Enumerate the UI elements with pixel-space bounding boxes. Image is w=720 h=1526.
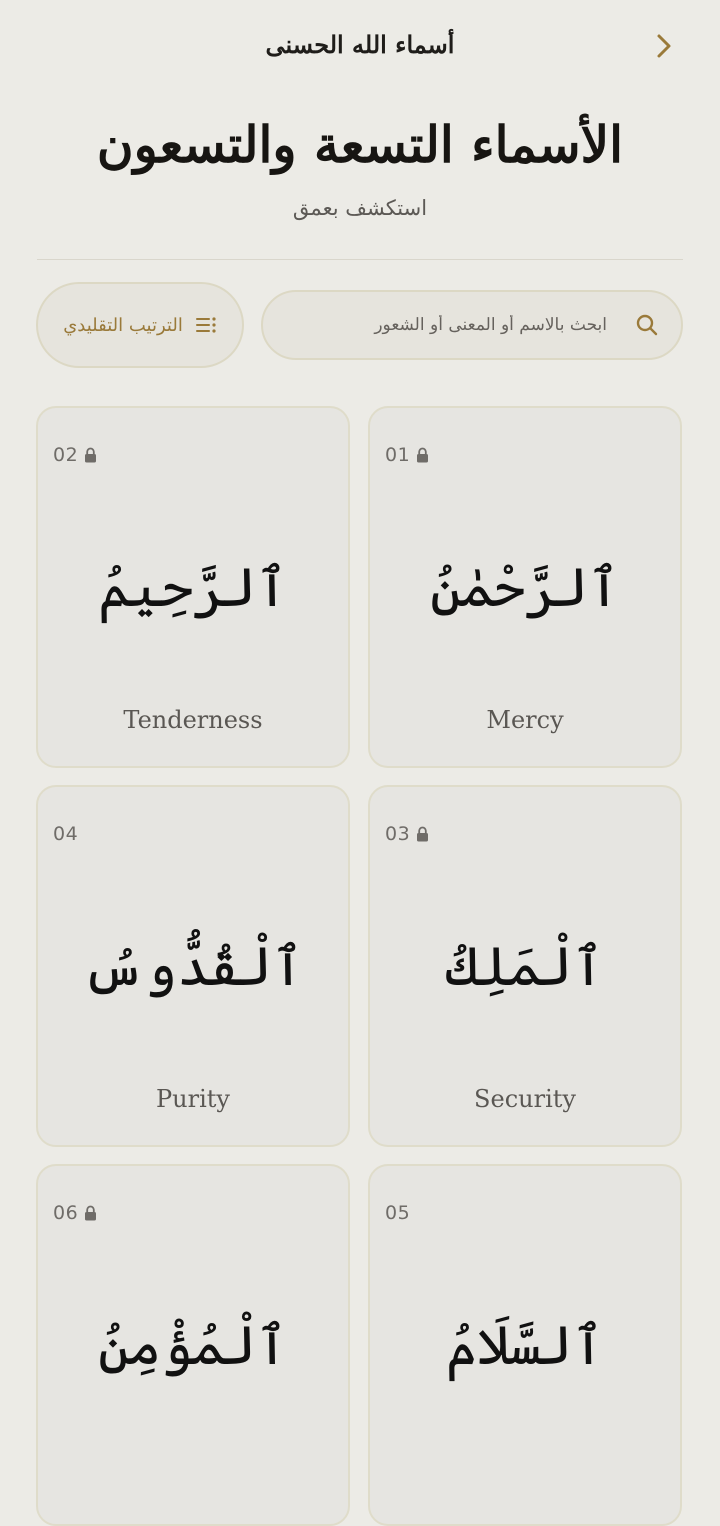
list-icon bbox=[195, 317, 216, 333]
name-card[interactable]: 06 ٱلْمُؤْمِنُ bbox=[36, 1164, 350, 1526]
name-number-row: 04 bbox=[53, 823, 78, 845]
lock-icon bbox=[84, 1205, 97, 1221]
name-number-row: 01 bbox=[385, 444, 429, 466]
lock-icon bbox=[416, 826, 429, 842]
lock-icon bbox=[84, 447, 97, 463]
search-icon bbox=[636, 314, 658, 336]
divider bbox=[37, 259, 683, 260]
top-bar: أسماء الله الحسنى bbox=[0, 0, 720, 92]
name-number-row: 06 bbox=[53, 1202, 97, 1224]
name-meaning: Tenderness bbox=[123, 706, 263, 734]
name-number: 04 bbox=[53, 823, 79, 845]
search-input[interactable] bbox=[287, 315, 607, 335]
name-card[interactable]: 03 ٱلْمَلِكُ Security bbox=[368, 785, 682, 1147]
name-number: 01 bbox=[385, 444, 411, 466]
name-meaning: Security bbox=[474, 1085, 576, 1113]
name-meaning: Purity bbox=[156, 1085, 230, 1113]
name-card[interactable]: 04 ٱلْقُدُّوسُ Purity bbox=[36, 785, 350, 1147]
name-number-row: 03 bbox=[385, 823, 429, 845]
name-meaning: Mercy bbox=[486, 706, 564, 734]
name-number: 06 bbox=[53, 1202, 79, 1224]
name-number-row: 02 bbox=[53, 444, 97, 466]
name-number: 03 bbox=[385, 823, 411, 845]
name-number: 05 bbox=[385, 1202, 411, 1224]
name-arabic: ٱلْمَلِكُ bbox=[445, 935, 605, 998]
name-arabic: ٱلْقُدُّوسُ bbox=[82, 935, 304, 998]
name-card[interactable]: 05 ٱلسَّلَامُ bbox=[368, 1164, 682, 1526]
name-arabic: ٱلرَّحْمٰنُ bbox=[430, 556, 620, 619]
name-card[interactable]: 02 ٱلرَّحِيمُ Tenderness bbox=[36, 406, 350, 768]
hero-title: الأسماء التسعة والتسعون bbox=[96, 115, 624, 174]
name-number-row: 05 bbox=[385, 1202, 410, 1224]
name-arabic: ٱلرَّحِيمُ bbox=[98, 556, 288, 619]
name-arabic: ٱلسَّلَامُ bbox=[445, 1314, 605, 1377]
search-box[interactable] bbox=[261, 290, 683, 360]
sort-label: الترتيب التقليدي bbox=[63, 314, 183, 336]
lock-icon bbox=[416, 447, 429, 463]
page-title: أسماء الله الحسنى bbox=[265, 30, 455, 59]
name-arabic: ٱلْمُؤْمِنُ bbox=[98, 1314, 288, 1377]
hero-subtitle: استكشف بعمق bbox=[292, 196, 428, 220]
name-card[interactable]: 01 ٱلرَّحْمٰنُ Mercy bbox=[368, 406, 682, 768]
name-number: 02 bbox=[53, 444, 79, 466]
sort-button[interactable]: الترتيب التقليدي bbox=[36, 282, 244, 368]
